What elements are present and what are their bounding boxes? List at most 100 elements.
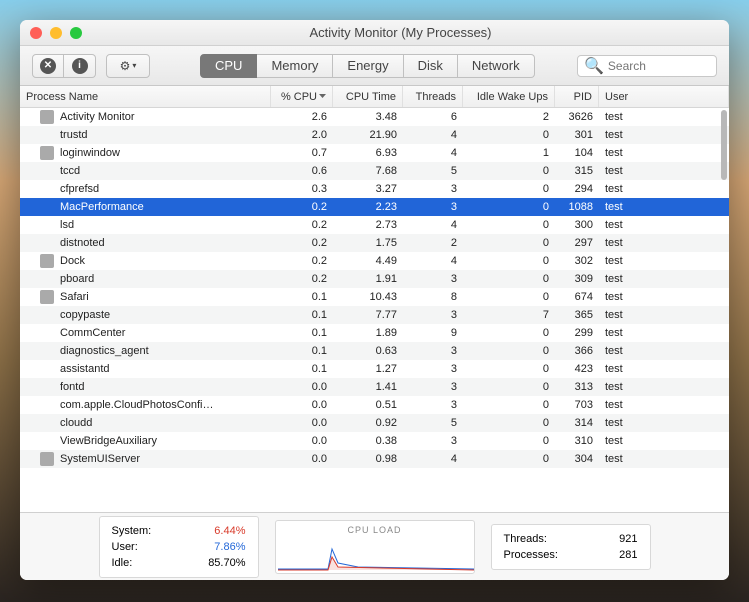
table-row[interactable]: cloudd0.00.9250314test bbox=[20, 414, 729, 432]
process-threads: 5 bbox=[403, 165, 463, 177]
col-threads[interactable]: Threads bbox=[403, 86, 463, 107]
cpu-summary-panel: System:6.44% User:7.86% Idle:85.70% bbox=[99, 516, 259, 578]
process-idle: 0 bbox=[463, 183, 555, 195]
process-pid: 703 bbox=[555, 399, 599, 411]
info-button[interactable]: i bbox=[64, 54, 96, 78]
col-pid[interactable]: PID bbox=[555, 86, 599, 107]
scrollbar[interactable] bbox=[721, 110, 727, 180]
table-row[interactable]: SystemUIServer0.00.9840304test bbox=[20, 450, 729, 468]
process-time: 1.89 bbox=[333, 327, 403, 339]
sort-indicator-icon bbox=[319, 94, 326, 99]
close-button[interactable] bbox=[30, 27, 42, 39]
process-cpu: 2.6 bbox=[271, 111, 333, 123]
process-user: test bbox=[599, 381, 729, 393]
process-name: loginwindow bbox=[60, 147, 120, 159]
process-pid: 310 bbox=[555, 435, 599, 447]
table-row[interactable]: diagnostics_agent0.10.6330366test bbox=[20, 342, 729, 360]
chart-title: CPU LOAD bbox=[280, 525, 470, 535]
process-threads: 3 bbox=[403, 309, 463, 321]
tab-cpu[interactable]: CPU bbox=[200, 54, 257, 78]
process-time: 0.38 bbox=[333, 435, 403, 447]
process-table[interactable]: Activity Monitor2.63.48623626testtrustd2… bbox=[20, 108, 729, 512]
table-row[interactable]: cfprefsd0.33.2730294test bbox=[20, 180, 729, 198]
process-name: ViewBridgeAuxiliary bbox=[60, 435, 157, 447]
process-name: pboard bbox=[60, 273, 94, 285]
tab-memory[interactable]: Memory bbox=[257, 54, 333, 78]
table-row[interactable]: loginwindow0.76.9341104test bbox=[20, 144, 729, 162]
process-user: test bbox=[599, 183, 729, 195]
toolbar: ✕ i ⚙ ▾ CPU Memory Energy Disk Network 🔍 bbox=[20, 46, 729, 86]
process-name: Activity Monitor bbox=[60, 111, 135, 123]
tab-disk[interactable]: Disk bbox=[404, 54, 458, 78]
process-user: test bbox=[599, 327, 729, 339]
zoom-button[interactable] bbox=[70, 27, 82, 39]
process-pid: 365 bbox=[555, 309, 599, 321]
process-user: test bbox=[599, 219, 729, 231]
cpu-chart-svg bbox=[278, 541, 474, 571]
table-row[interactable]: pboard0.21.9130309test bbox=[20, 270, 729, 288]
table-row[interactable]: CommCenter0.11.8990299test bbox=[20, 324, 729, 342]
process-idle: 0 bbox=[463, 327, 555, 339]
process-cpu: 0.2 bbox=[271, 255, 333, 267]
process-cpu: 0.2 bbox=[271, 273, 333, 285]
process-time: 1.91 bbox=[333, 273, 403, 285]
process-cpu: 0.0 bbox=[271, 453, 333, 465]
table-row[interactable]: assistantd0.11.2730423test bbox=[20, 360, 729, 378]
table-row[interactable]: com.apple.CloudPhotosConfi…0.00.5130703t… bbox=[20, 396, 729, 414]
process-pid: 315 bbox=[555, 165, 599, 177]
process-user: test bbox=[599, 129, 729, 141]
search-input[interactable] bbox=[608, 59, 710, 73]
process-pid: 314 bbox=[555, 417, 599, 429]
process-user: test bbox=[599, 345, 729, 357]
process-pid: 294 bbox=[555, 183, 599, 195]
process-pid: 104 bbox=[555, 147, 599, 159]
process-idle: 2 bbox=[463, 111, 555, 123]
minimize-button[interactable] bbox=[50, 27, 62, 39]
user-label: User: bbox=[112, 539, 138, 555]
table-row[interactable]: lsd0.22.7340300test bbox=[20, 216, 729, 234]
tab-network[interactable]: Network bbox=[458, 54, 535, 78]
user-value: 7.86% bbox=[214, 539, 245, 555]
table-row[interactable]: Dock0.24.4940302test bbox=[20, 252, 729, 270]
col-cpu[interactable]: % CPU bbox=[271, 86, 333, 107]
process-user: test bbox=[599, 309, 729, 321]
process-time: 0.63 bbox=[333, 345, 403, 357]
gear-menu-button[interactable]: ⚙ ▾ bbox=[106, 54, 150, 78]
process-user: test bbox=[599, 363, 729, 375]
col-idle-wakeups[interactable]: Idle Wake Ups bbox=[463, 86, 555, 107]
table-row[interactable]: ViewBridgeAuxiliary0.00.3830310test bbox=[20, 432, 729, 450]
process-cpu: 0.6 bbox=[271, 165, 333, 177]
table-row[interactable]: tccd0.67.6850315test bbox=[20, 162, 729, 180]
table-row[interactable]: MacPerformance0.22.23301088test bbox=[20, 198, 729, 216]
process-idle: 0 bbox=[463, 399, 555, 411]
table-row[interactable]: copypaste0.17.7737365test bbox=[20, 306, 729, 324]
table-header: Process Name % CPU CPU Time Threads Idle… bbox=[20, 86, 729, 108]
process-idle: 0 bbox=[463, 237, 555, 249]
process-cpu: 0.2 bbox=[271, 237, 333, 249]
process-name: diagnostics_agent bbox=[60, 345, 149, 357]
stop-process-button[interactable]: ✕ bbox=[32, 54, 64, 78]
table-row[interactable]: trustd2.021.9040301test bbox=[20, 126, 729, 144]
process-time: 1.41 bbox=[333, 381, 403, 393]
table-row[interactable]: Safari0.110.4380674test bbox=[20, 288, 729, 306]
process-name: MacPerformance bbox=[60, 201, 144, 213]
footer: System:6.44% User:7.86% Idle:85.70% CPU … bbox=[20, 512, 729, 580]
col-cpu-time[interactable]: CPU Time bbox=[333, 86, 403, 107]
process-time: 1.75 bbox=[333, 237, 403, 249]
process-user: test bbox=[599, 165, 729, 177]
system-value: 6.44% bbox=[214, 523, 245, 539]
tab-energy[interactable]: Energy bbox=[333, 54, 403, 78]
table-row[interactable]: distnoted0.21.7520297test bbox=[20, 234, 729, 252]
threads-label: Threads: bbox=[504, 531, 547, 547]
col-user[interactable]: User bbox=[599, 86, 729, 107]
process-time: 2.23 bbox=[333, 201, 403, 213]
search-field[interactable]: 🔍 bbox=[577, 55, 717, 77]
table-row[interactable]: Activity Monitor2.63.48623626test bbox=[20, 108, 729, 126]
processes-value: 281 bbox=[619, 547, 637, 563]
process-name: lsd bbox=[60, 219, 74, 231]
col-process-name[interactable]: Process Name bbox=[20, 86, 271, 107]
process-threads: 3 bbox=[403, 201, 463, 213]
process-threads: 6 bbox=[403, 111, 463, 123]
table-row[interactable]: fontd0.01.4130313test bbox=[20, 378, 729, 396]
titlebar: Activity Monitor (My Processes) bbox=[20, 20, 729, 46]
